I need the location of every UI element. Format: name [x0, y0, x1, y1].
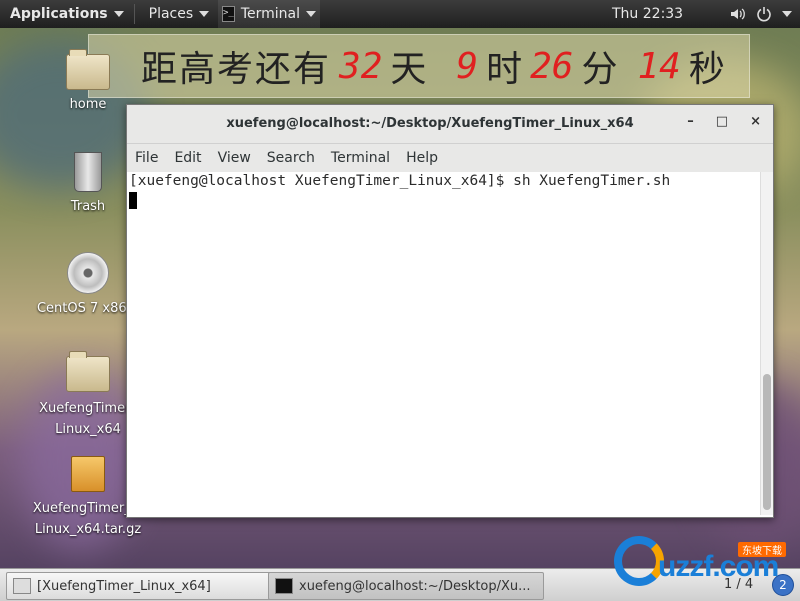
menu-terminal[interactable]: Terminal [323, 150, 398, 166]
logo-mark [614, 536, 664, 586]
terminal-cursor [129, 192, 137, 209]
desktop-icon-label-line2: Linux_x64.tar.gz [34, 522, 142, 537]
applications-label: Applications [10, 6, 108, 22]
terminal-app-menu[interactable]: >_ Terminal [218, 0, 320, 28]
applications-menu[interactable]: Applications [0, 0, 134, 28]
power-icon [757, 7, 771, 22]
terminal-prompt-line: [xuefeng@localhost XuefengTimer_Linux_x6… [129, 173, 671, 189]
menu-search[interactable]: Search [259, 150, 323, 166]
countdown-hours-unit: 时 [486, 49, 523, 90]
places-label: Places [148, 6, 194, 22]
package-icon [71, 456, 105, 492]
scrollbar-thumb[interactable] [763, 374, 771, 510]
terminal-window[interactable]: xuefeng@localhost:~/Desktop/XuefengTimer… [126, 104, 774, 518]
optical-disc-icon [67, 252, 109, 294]
terminal-icon [275, 578, 293, 594]
task-button-terminal[interactable]: xuefeng@localhost:~/Desktop/Xu... [268, 572, 544, 600]
clock-label: Thu 22:33 [612, 6, 684, 22]
trash-icon [74, 152, 102, 192]
vertical-scrollbar[interactable] [760, 172, 773, 515]
countdown-days: 32 [339, 45, 383, 87]
chevron-down-icon [306, 11, 317, 17]
menu-view[interactable]: View [210, 150, 259, 166]
places-menu[interactable]: Places [139, 0, 220, 28]
terminal-icon: >_ [222, 6, 235, 22]
logo-tag: 东坡下载 [738, 542, 786, 557]
volume-icon [731, 8, 745, 20]
terminal-output[interactable]: [xuefeng@localhost XuefengTimer_Linux_x6… [127, 172, 761, 515]
clock[interactable]: Thu 22:33 [612, 0, 683, 28]
task-label: xuefeng@localhost:~/Desktop/Xu... [299, 578, 531, 594]
window-titlebar[interactable]: xuefeng@localhost:~/Desktop/XuefengTimer… [127, 105, 773, 144]
countdown-hours: 9 [456, 45, 479, 87]
task-label: [XuefengTimer_Linux_x64] [37, 578, 211, 594]
close-button[interactable]: × [750, 114, 761, 129]
task-button-folder[interactable]: [XuefengTimer_Linux_x64] [6, 572, 272, 600]
countdown-prefix: 距高考还有 [141, 49, 332, 90]
window-title: xuefeng@localhost:~/Desktop/XuefengTimer… [226, 116, 634, 131]
countdown-seconds: 14 [637, 45, 681, 87]
countdown-minutes-unit: 分 [581, 49, 618, 90]
countdown-seconds-unit: 秒 [688, 49, 725, 90]
minimize-button[interactable]: – [687, 114, 694, 129]
menu-edit[interactable]: Edit [166, 150, 209, 166]
countdown-banner: 距高考还有 32 天 9 时 26 分 14 秒 [88, 34, 750, 98]
maximize-button[interactable]: □ [716, 114, 728, 129]
chevron-down-icon [113, 11, 124, 17]
chevron-down-icon [199, 11, 210, 17]
home-folder-icon [66, 49, 110, 90]
top-panel: Applications Places >_ Terminal Thu 22:3… [0, 0, 800, 28]
menu-bar: File Edit View Search Terminal Help [127, 144, 773, 173]
panel-separator [133, 4, 135, 24]
watermark-logo: uzzf.com 东坡下载 [614, 536, 792, 590]
folder-icon [66, 351, 110, 392]
countdown-minutes: 26 [530, 45, 574, 87]
system-status-area[interactable] [730, 0, 792, 28]
chevron-down-icon [782, 11, 792, 17]
terminal-app-label: Terminal [240, 6, 301, 22]
window-icon [13, 578, 31, 594]
menu-file[interactable]: File [127, 150, 166, 166]
countdown-days-unit: 天 [390, 49, 427, 90]
menu-help[interactable]: Help [398, 150, 446, 166]
